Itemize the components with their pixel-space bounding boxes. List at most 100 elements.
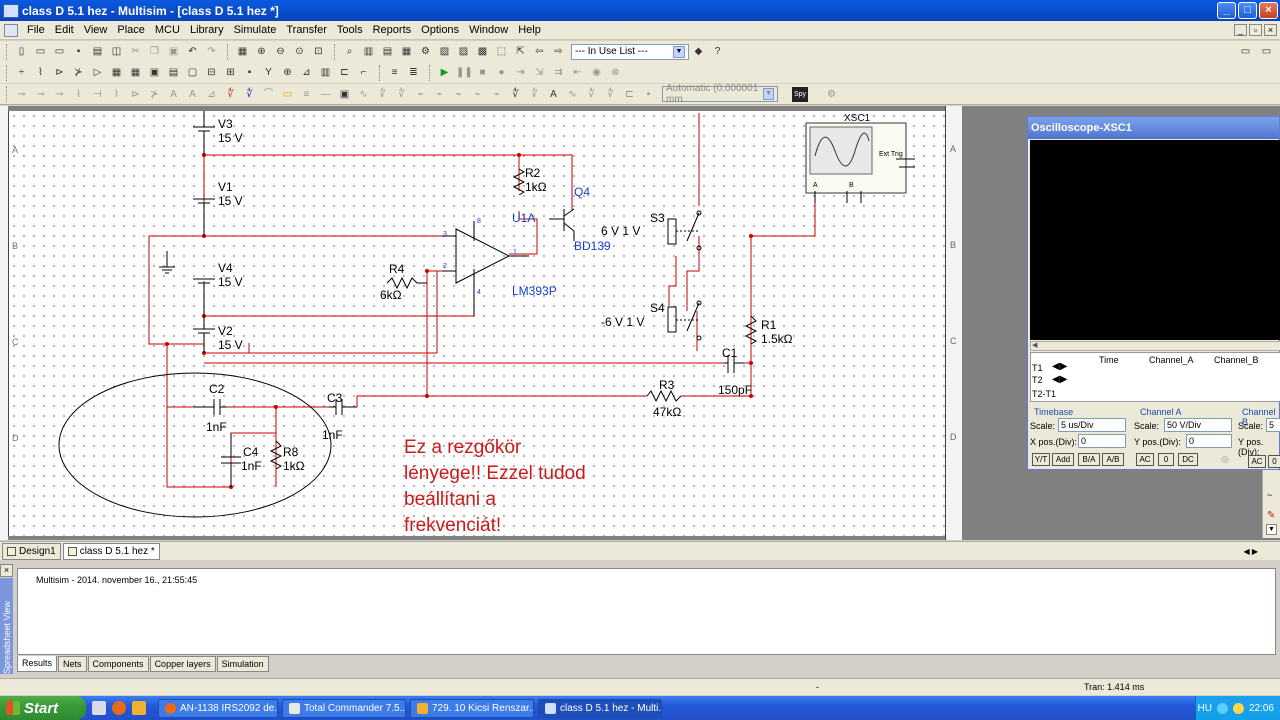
cut-icon[interactable]: ✂ [128, 44, 143, 59]
note-icon[interactable]: ▭ [280, 87, 295, 102]
spreadsheet-view-titlebar[interactable]: Spreadsheet View [0, 578, 13, 674]
capture-screen-icon[interactable]: ⬚ [494, 44, 509, 59]
menu-edit[interactable]: Edit [50, 24, 79, 36]
channel-b-zero-button[interactable]: 0 [1268, 455, 1280, 468]
line-icon[interactable]: — [318, 87, 333, 102]
spreadsheet-view-icon[interactable]: ▤ [380, 44, 395, 59]
place-hierarchical-icon[interactable]: ⊏ [337, 65, 352, 80]
oscilloscope-screen[interactable] [1030, 140, 1280, 340]
zoom-in-icon[interactable]: ⊕ [254, 44, 269, 59]
layout-icon[interactable]: ▭ [1238, 44, 1253, 59]
virtual-meter-icon[interactable]: A [185, 87, 200, 102]
open-icon[interactable]: ▭ [33, 44, 48, 59]
logic-probe-icon[interactable]: ⌁ [413, 87, 428, 102]
probe-blue-icon[interactable]: ∜ [242, 87, 257, 102]
multisim-app-icon[interactable] [3, 3, 19, 18]
tab-nets[interactable]: Nets [58, 656, 87, 672]
electrical-rules-icon[interactable]: ▩ [475, 44, 490, 59]
logic-converter-icon[interactable]: ∜ [508, 87, 523, 102]
screen-scrollbar[interactable]: ◀ [1030, 341, 1280, 351]
workspace-vertical-scrollbar[interactable]: ~ ✎ ▼ [1262, 470, 1280, 538]
menu-library[interactable]: Library [185, 24, 229, 36]
language-indicator[interactable]: HU [1198, 703, 1212, 714]
place-analog-icon[interactable]: ▷ [90, 65, 105, 80]
channel-a-scale-input[interactable]: 50 V/Div [1164, 418, 1232, 432]
trace-width-dropdown[interactable]: Automatic (0.000001 mm ▼ [662, 83, 778, 105]
back-annotate-icon[interactable]: ⇦ [532, 44, 547, 59]
scroll-left-icon[interactable]: ◀ [1032, 341, 1037, 349]
close-panel-button[interactable]: × [0, 564, 13, 577]
settings-icon[interactable]: ⚙ [824, 87, 839, 102]
pen-tool-icon[interactable]: ✎ [1267, 510, 1275, 521]
place-power-icon[interactable]: ⊟ [204, 65, 219, 80]
save-icon[interactable]: ▪ [71, 44, 86, 59]
distortion-icon[interactable]: A [546, 87, 561, 102]
virtual-ground-icon[interactable]: ⊸ [33, 87, 48, 102]
channel-b-ac-button[interactable]: AC [1248, 455, 1266, 468]
stop-simulation-icon[interactable]: ■ [475, 65, 490, 80]
menu-view[interactable]: View [79, 24, 113, 36]
forward-annotate-icon[interactable]: ⇨ [551, 44, 566, 59]
tab-design1[interactable]: Design1 [2, 542, 61, 560]
menu-transfer[interactable]: Transfer [281, 24, 332, 36]
probe-icon[interactable]: ● [494, 65, 509, 80]
virtual-inductor-icon[interactable]: ⌇ [109, 87, 124, 102]
virtual-analog-icon[interactable]: A [166, 87, 181, 102]
tab-results[interactable]: Results [17, 656, 58, 672]
place-mcu-icon[interactable]: ▥ [318, 65, 333, 80]
channel-b-scale-input[interactable]: 5 [1266, 418, 1280, 432]
menu-place[interactable]: Place [112, 24, 150, 36]
zoom-fit-icon[interactable]: ⊡ [311, 44, 326, 59]
multimeter-icon[interactable]: ▣ [337, 87, 352, 102]
copy-icon[interactable]: ❐ [147, 44, 162, 59]
agilent-icon[interactable]: ∜ [603, 87, 618, 102]
channel-a-ypos-input[interactable]: 0 [1186, 434, 1232, 448]
redo-icon[interactable]: ↷ [204, 44, 219, 59]
graphic-icon[interactable]: ≡ [299, 87, 314, 102]
postprocessor-icon[interactable]: ▨ [456, 44, 471, 59]
zoom-out-icon[interactable]: ⊖ [273, 44, 288, 59]
toolbar-grip[interactable] [6, 43, 9, 60]
place-basic-icon[interactable]: ⌇ [33, 65, 48, 80]
paste-icon[interactable]: ▣ [166, 44, 181, 59]
remove-breakpoints-icon[interactable]: ⊗ [608, 65, 623, 80]
design-toolbox-icon[interactable]: ▥ [361, 44, 376, 59]
grapher-icon[interactable]: ▧ [437, 44, 452, 59]
mdi-minimize-button[interactable]: _ [1234, 24, 1247, 36]
toolbar-grip[interactable] [6, 64, 9, 81]
place-diode-icon[interactable]: ⊳ [52, 65, 67, 80]
channel-a-ac-button[interactable]: AC [1136, 453, 1154, 466]
probe-tool-icon[interactable]: ~ [1267, 490, 1272, 500]
menu-options[interactable]: Options [416, 24, 464, 36]
function-gen-icon[interactable]: ∿ [356, 87, 371, 102]
place-ttl-icon[interactable]: ▦ [109, 65, 124, 80]
place-ni-icon[interactable]: ⊿ [299, 65, 314, 80]
task-729[interactable]: 729. 10 Kicsi Renszar... [410, 698, 534, 718]
network-analyzer-icon[interactable]: ∜ [584, 87, 599, 102]
new-file-icon[interactable]: ▯ [14, 44, 29, 59]
place-advanced-periph-icon[interactable]: ▪ [242, 65, 257, 80]
toolbar-grip[interactable] [227, 43, 230, 60]
mdi-restore-button[interactable]: ▫ [1249, 24, 1262, 36]
menu-reports[interactable]: Reports [368, 24, 417, 36]
step-out-icon[interactable]: ⇤ [570, 65, 585, 80]
bode-icon[interactable]: ⌁ [432, 87, 447, 102]
step-icon[interactable]: ⇥ [513, 65, 528, 80]
place-electromech-icon[interactable]: ⊕ [280, 65, 295, 80]
place-source-icon[interactable]: ÷ [14, 65, 29, 80]
security-tray-icon[interactable] [1232, 702, 1244, 714]
menu-window[interactable]: Window [464, 24, 513, 36]
in-use-list-dropdown[interactable]: --- In Use List --- ▼ [571, 43, 689, 60]
place-misc-icon[interactable]: ⊞ [223, 65, 238, 80]
spectrum-icon[interactable]: ∿ [565, 87, 580, 102]
current-probe-icon[interactable]: ▪ [641, 87, 656, 102]
virtual-misc-icon[interactable]: ⊿ [204, 87, 219, 102]
tab-class-d[interactable]: class D 5.1 hez * [62, 542, 160, 560]
spy-icon[interactable]: Spy [792, 86, 808, 102]
print-preview-icon[interactable]: ◫ [109, 44, 124, 59]
clock[interactable]: 22:06 [1249, 703, 1274, 714]
word-gen-icon[interactable]: ⌁ [470, 87, 485, 102]
firefox-quicklaunch-icon[interactable] [112, 701, 126, 715]
layout-alt-icon[interactable]: ▭ [1259, 44, 1274, 59]
schematic-sheet[interactable]: A B C D V3 15 V V1 15 V V4 15 V V2 15 V … [8, 111, 945, 536]
